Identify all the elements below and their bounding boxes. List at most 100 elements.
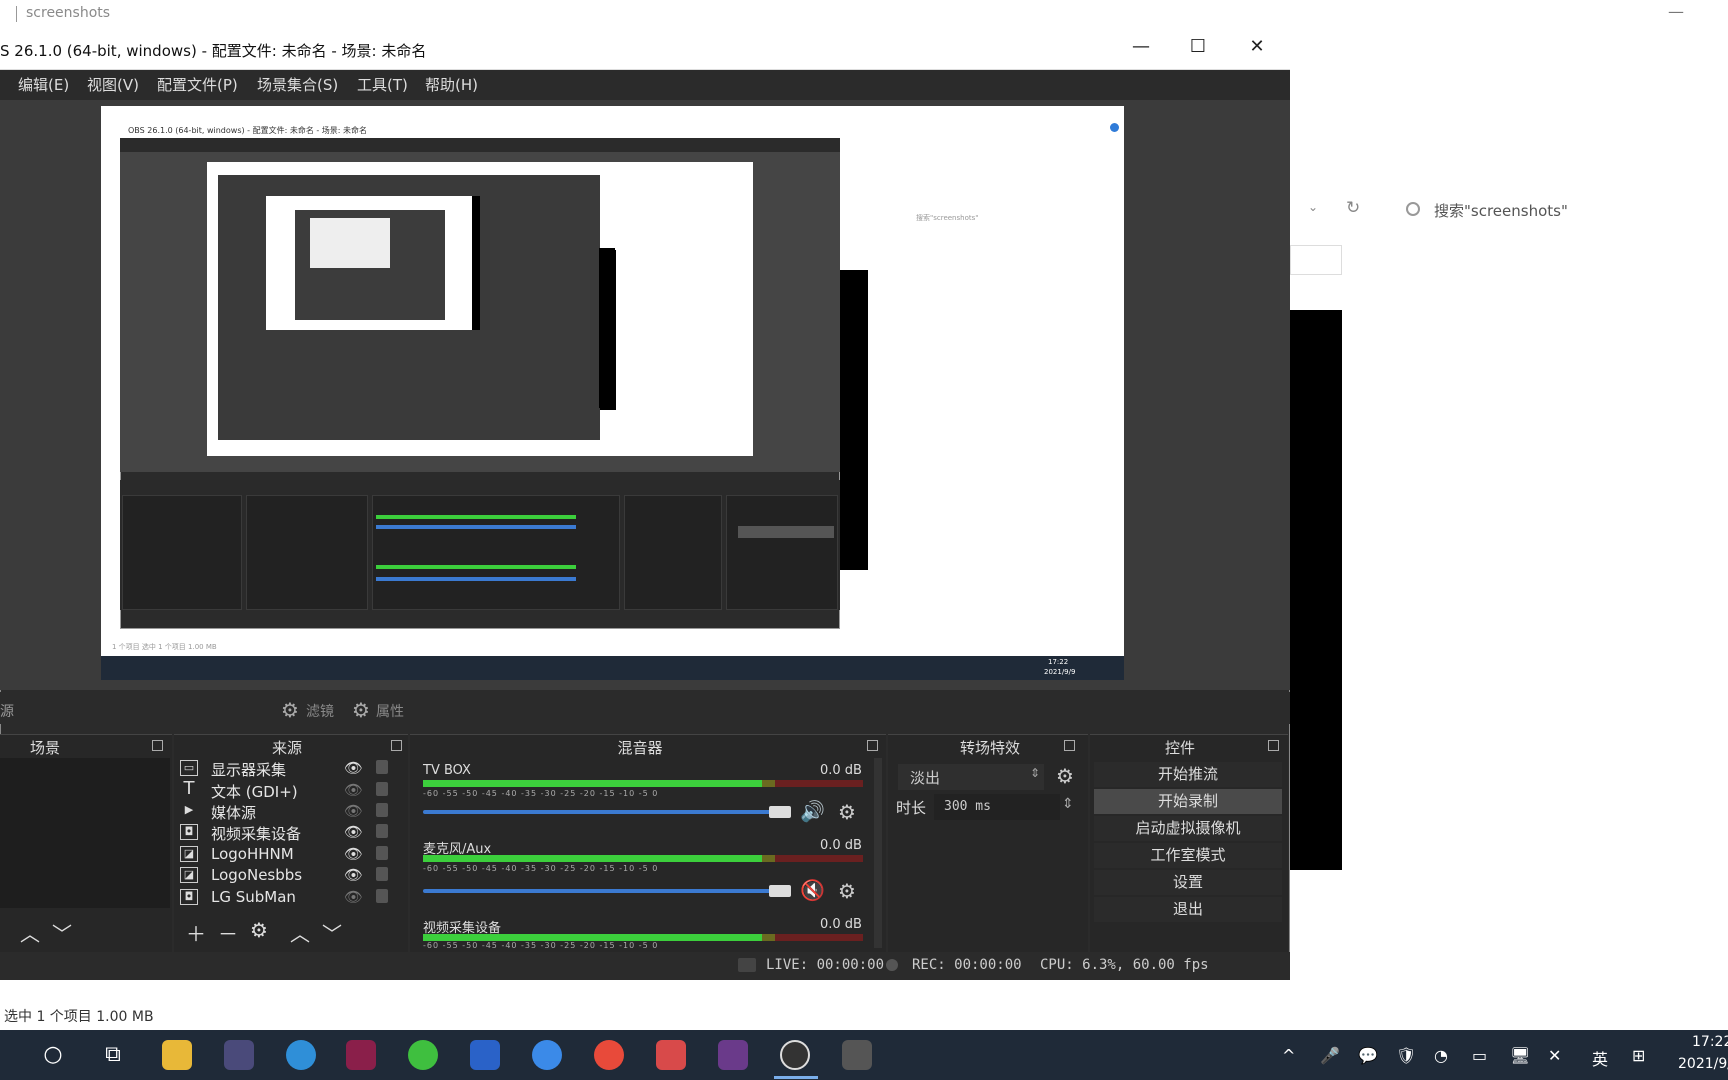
- filters-button[interactable]: 滤镜: [306, 701, 334, 721]
- app-icon[interactable]: [470, 1040, 500, 1070]
- transition-select[interactable]: 淡出: [898, 764, 1044, 790]
- wechat-tray-icon[interactable]: 💬: [1358, 1046, 1378, 1065]
- chevron-up-icon[interactable]: ︿: [290, 918, 310, 947]
- source-settings-gear-icon[interactable]: ⚙: [250, 918, 268, 942]
- eye-icon[interactable]: 👁: [344, 866, 363, 884]
- refresh-icon[interactable]: ↻: [1346, 198, 1360, 218]
- lock-icon[interactable]: [376, 760, 388, 774]
- chevron-down-icon[interactable]: ﹀: [52, 918, 72, 947]
- chrome-icon[interactable]: [594, 1040, 624, 1070]
- eye-hidden-icon[interactable]: 👁: [344, 802, 363, 820]
- app-tray-icon[interactable]: ◔: [1434, 1046, 1448, 1065]
- filter-icon[interactable]: ⚙: [352, 698, 370, 722]
- obs-icon[interactable]: [780, 1040, 810, 1070]
- clock-time[interactable]: 17:22: [1692, 1034, 1728, 1050]
- speaker-icon[interactable]: 🔊: [800, 799, 825, 823]
- properties-button[interactable]: 属性: [376, 701, 404, 721]
- minimize-button[interactable]: —: [1126, 36, 1156, 57]
- gear-icon[interactable]: ⚙: [838, 800, 856, 824]
- lock-icon[interactable]: [376, 782, 388, 796]
- transitions-dock-title: 转场特效: [959, 739, 1020, 757]
- wechat-icon[interactable]: [408, 1040, 438, 1070]
- lock-icon[interactable]: [376, 824, 388, 838]
- start-recording-button[interactable]: 开始录制: [1094, 789, 1282, 814]
- task-view-icon[interactable]: ⧉: [98, 1040, 128, 1070]
- mixer-scrollbar[interactable]: [874, 758, 882, 948]
- volume-slider[interactable]: [423, 889, 783, 893]
- duration-input[interactable]: 300 ms: [934, 794, 1060, 820]
- network-icon[interactable]: 🖥: [1510, 1046, 1530, 1065]
- studio-mode-button[interactable]: 工作室模式: [1094, 843, 1282, 868]
- start-streaming-button[interactable]: 开始推流: [1094, 762, 1282, 787]
- lock-icon[interactable]: [376, 803, 388, 817]
- nested-sources-panel: [246, 495, 368, 610]
- ime-icon[interactable]: ⊞: [1632, 1046, 1645, 1065]
- chevron-down-icon[interactable]: ⌄: [1308, 200, 1318, 214]
- menu-scene-collection[interactable]: 场景集合(S): [257, 74, 338, 95]
- eye-icon[interactable]: 👁: [344, 759, 363, 777]
- menu-profile[interactable]: 配置文件(P): [157, 74, 238, 95]
- input-language[interactable]: 英: [1592, 1046, 1608, 1070]
- close-button[interactable]: ✕: [1242, 36, 1272, 57]
- exit-button[interactable]: 退出: [1094, 897, 1282, 922]
- source-row[interactable]: ◘ 视频采集设备 👁: [180, 822, 390, 844]
- popout-icon[interactable]: [391, 740, 402, 751]
- eye-icon[interactable]: 👁: [344, 845, 363, 863]
- battery-icon[interactable]: ▭: [1472, 1046, 1487, 1065]
- app-icon[interactable]: [224, 1040, 254, 1070]
- app-icon[interactable]: [532, 1040, 562, 1070]
- menu-edit[interactable]: 编辑(E): [18, 74, 69, 95]
- eye-hidden-icon[interactable]: 👁: [344, 888, 363, 906]
- explorer-search-input[interactable]: 搜索"screenshots": [1434, 200, 1568, 221]
- source-row[interactable]: T 文本 (GDI+) 👁: [180, 780, 390, 802]
- app-icon[interactable]: [656, 1040, 686, 1070]
- chevron-down-icon[interactable]: ﹀: [322, 918, 342, 947]
- gear-icon[interactable]: ⚙: [281, 698, 299, 722]
- lock-icon[interactable]: [376, 846, 388, 860]
- popout-icon[interactable]: [867, 740, 878, 751]
- app-icon[interactable]: [718, 1040, 748, 1070]
- security-icon[interactable]: 🛡: [1396, 1046, 1416, 1065]
- app-icon[interactable]: [842, 1040, 872, 1070]
- source-row[interactable]: ◪ LogoNesbbs 👁: [180, 865, 390, 887]
- popout-icon[interactable]: [1268, 740, 1279, 751]
- volume-slider-handle[interactable]: [769, 806, 791, 818]
- volume-muted-icon[interactable]: ✕: [1548, 1046, 1561, 1065]
- microphone-icon[interactable]: 🎤: [1320, 1046, 1340, 1065]
- eye-icon[interactable]: 👁: [344, 823, 363, 841]
- source-row[interactable]: ▭ 显示器采集 👁: [180, 758, 390, 780]
- add-source-button[interactable]: ＋: [186, 918, 206, 947]
- duration-stepper[interactable]: ⇕: [1062, 796, 1074, 812]
- lock-icon[interactable]: [376, 867, 388, 881]
- menu-view[interactable]: 视图(V): [87, 74, 139, 95]
- chevron-up-icon[interactable]: ︿: [20, 918, 40, 947]
- popout-icon[interactable]: [152, 740, 163, 751]
- source-row[interactable]: ◪ LogoHHNM 👁: [180, 844, 390, 866]
- nested-status-text: 1 个项目 选中 1 个项目 1.00 MB: [112, 643, 217, 651]
- nested-dark-strip-2: [472, 196, 480, 330]
- edge-icon[interactable]: [286, 1040, 316, 1070]
- maximize-button[interactable]: ☐: [1183, 36, 1213, 57]
- menu-tools[interactable]: 工具(T): [357, 74, 408, 95]
- app-icon[interactable]: [346, 1040, 376, 1070]
- start-virtual-camera-button[interactable]: 启动虚拟摄像机: [1094, 816, 1282, 841]
- popout-icon[interactable]: [1064, 740, 1075, 751]
- settings-button[interactable]: 设置: [1094, 870, 1282, 895]
- clock-date[interactable]: 2021/9/: [1678, 1056, 1728, 1072]
- eye-hidden-icon[interactable]: 👁: [344, 781, 363, 799]
- lock-icon[interactable]: [376, 889, 388, 903]
- source-row[interactable]: ◘ LG SubMan 👁: [180, 887, 390, 909]
- scenes-list[interactable]: [0, 758, 170, 908]
- source-row[interactable]: ▶ 媒体源 👁: [180, 801, 390, 823]
- volume-slider-handle[interactable]: [769, 885, 791, 897]
- file-explorer-icon[interactable]: [162, 1040, 192, 1070]
- speaker-muted-icon[interactable]: 🔇: [800, 878, 825, 902]
- gear-icon[interactable]: ⚙: [1056, 764, 1074, 788]
- menu-help[interactable]: 帮助(H): [425, 74, 478, 95]
- volume-slider[interactable]: [423, 810, 783, 814]
- remove-source-button[interactable]: －: [218, 918, 238, 947]
- chevron-up-icon[interactable]: ^: [1282, 1046, 1295, 1065]
- gear-icon[interactable]: ⚙: [838, 879, 856, 903]
- explorer-minimize-button[interactable]: —: [1668, 2, 1684, 21]
- cortana-icon[interactable]: ○: [38, 1040, 68, 1070]
